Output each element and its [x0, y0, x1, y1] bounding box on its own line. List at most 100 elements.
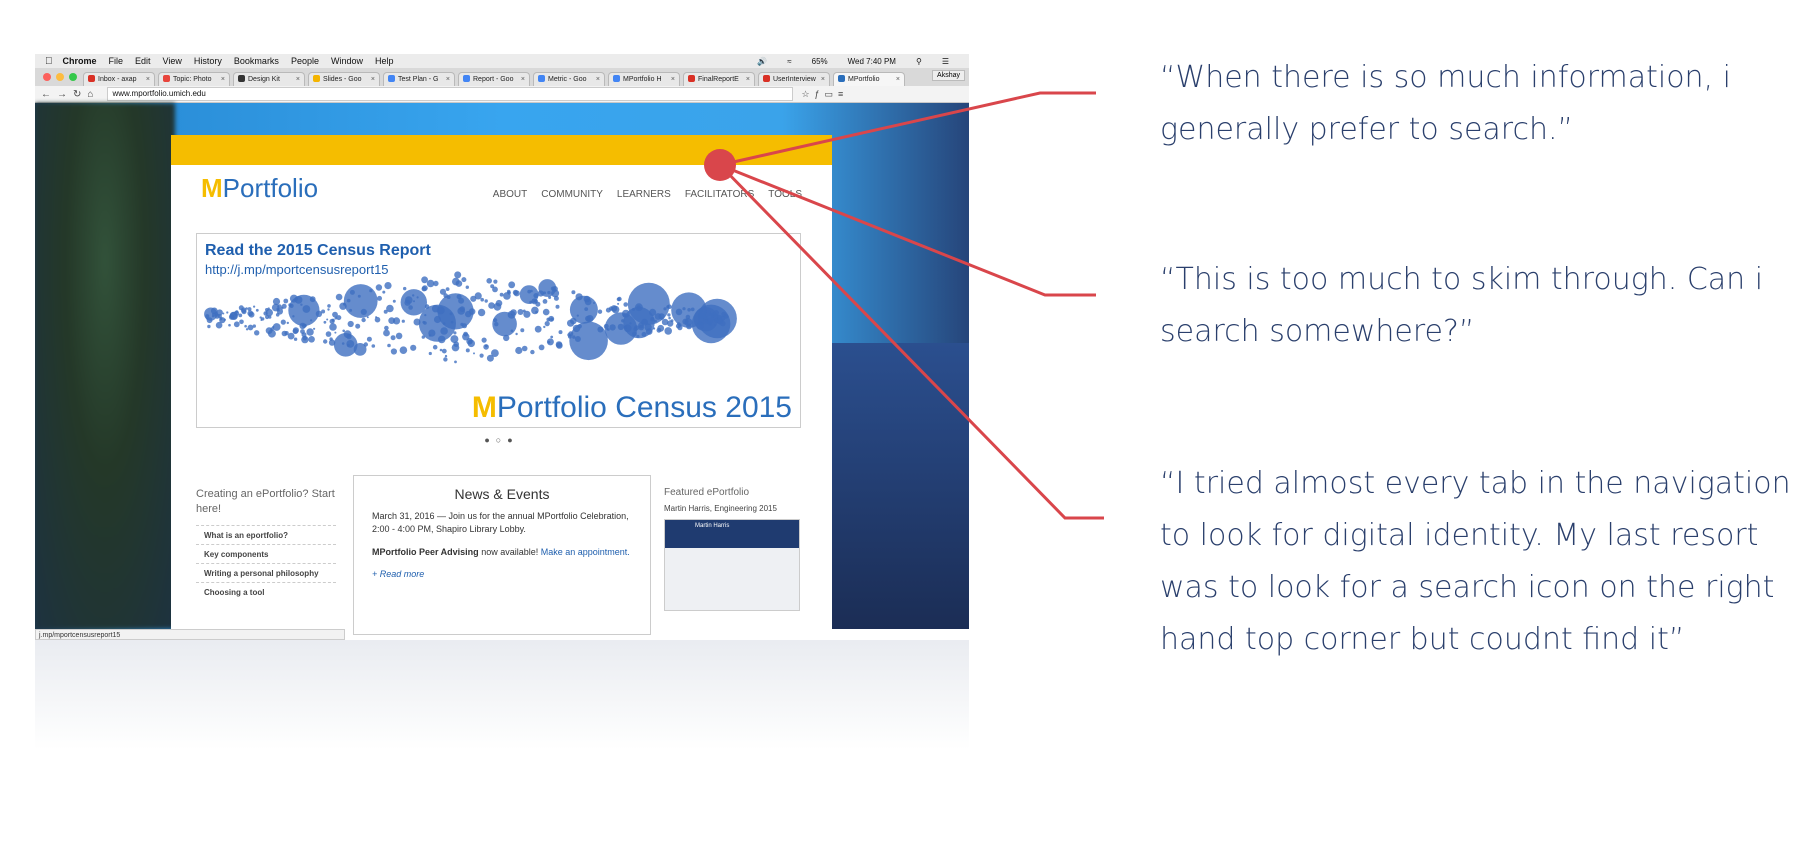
star-icon[interactable]: ☆ — [801, 89, 814, 99]
menubar-item-people[interactable]: People — [291, 56, 319, 66]
maximize-window-button[interactable] — [69, 73, 77, 81]
tab-close-icon[interactable]: × — [446, 73, 450, 86]
browser-tab[interactable]: Topic: Photo × — [158, 72, 230, 86]
nav-tools[interactable]: TOOLS — [768, 189, 802, 200]
link-key-components[interactable]: Key components — [196, 544, 336, 563]
tab-close-icon[interactable]: × — [146, 73, 150, 86]
read-more-link[interactable]: + Read more — [372, 569, 632, 579]
menubar-item-file[interactable]: File — [109, 56, 124, 66]
tab-close-icon[interactable]: × — [896, 73, 900, 86]
menubar-item-bookmarks[interactable]: Bookmarks — [234, 56, 279, 66]
hero-banner-m: M — [471, 391, 497, 424]
tab-close-icon[interactable]: × — [596, 73, 600, 86]
browser-tab[interactable]: Design Kit × — [233, 72, 305, 86]
tab-close-icon[interactable]: × — [221, 73, 225, 86]
page-viewport: MPortfolio ABOUT COMMUNITY LEARNERS FACI… — [35, 103, 969, 635]
window-controls — [43, 73, 77, 81]
advising-text: now available! — [478, 547, 539, 557]
close-window-button[interactable] — [43, 73, 51, 81]
link-choosing-tool[interactable]: Choosing a tool — [196, 582, 336, 601]
appointment-link[interactable]: Make an appointment. — [541, 547, 630, 557]
menubar-item-help[interactable]: Help — [375, 56, 394, 66]
tab-favicon-icon — [238, 75, 245, 82]
site-nav: ABOUT COMMUNITY LEARNERS FACILITATORS TO… — [493, 189, 802, 200]
hero-slide[interactable]: Read the 2015 Census Report http://j.mp/… — [196, 233, 801, 428]
minimize-window-button[interactable] — [56, 73, 64, 81]
hero-link[interactable]: http://j.mp/mportcensusreport15 — [205, 262, 389, 277]
tab-favicon-icon — [838, 75, 845, 82]
getting-started-column: Creating an ePortfolio? Start here! What… — [196, 487, 336, 601]
menu-icon[interactable]: ≡ — [838, 89, 848, 99]
nav-learners[interactable]: LEARNERS — [617, 189, 671, 200]
address-bar[interactable]: www.mportfolio.umich.edu — [107, 87, 794, 101]
browser-tab[interactable]: MPortfolio × — [833, 72, 905, 86]
tabs: Inbox - axap × Topic: Photo × Design Kit × Sli… — [83, 72, 908, 86]
site-logo[interactable]: MPortfolio — [201, 173, 318, 204]
menubar-item-window[interactable]: Window — [331, 56, 363, 66]
logo-m: M — [201, 173, 223, 203]
nav-about[interactable]: ABOUT — [493, 189, 527, 200]
tab-label: FinalReportE — [698, 76, 739, 83]
clock[interactable]: Wed 7:40 PM — [848, 57, 896, 66]
back-icon[interactable]: ← — [41, 89, 57, 100]
list-icon[interactable]: ☰ — [942, 57, 949, 66]
browser-tab[interactable]: FinalReportE × — [683, 72, 755, 86]
search-icon[interactable]: ⚲ — [916, 57, 922, 66]
tab-close-icon[interactable]: × — [746, 73, 750, 86]
advising-label: MPortfolio Peer Advising — [372, 547, 479, 557]
tab-label: Metric - Goo — [548, 76, 587, 83]
tab-strip: Inbox - axap × Topic: Photo × Design Kit × Sli… — [35, 68, 969, 86]
tab-close-icon[interactable]: × — [371, 73, 375, 86]
tab-favicon-icon — [538, 75, 545, 82]
forward-icon[interactable]: → — [57, 89, 73, 100]
featured-card[interactable]: Martin Harris — [664, 519, 800, 611]
volume-icon[interactable]: 🔊 — [757, 57, 767, 66]
background-city — [829, 343, 969, 629]
browser-tab[interactable]: Inbox - axap × — [83, 72, 155, 86]
tab-favicon-icon — [313, 75, 320, 82]
carousel-dots[interactable]: ●○● — [171, 435, 832, 445]
menubar-item-history[interactable]: History — [194, 56, 222, 66]
browser-tab[interactable]: Metric - Goo × — [533, 72, 605, 86]
tab-close-icon[interactable]: × — [296, 73, 300, 86]
tab-favicon-icon — [463, 75, 470, 82]
tab-close-icon[interactable]: × — [521, 73, 525, 86]
menubar-app-name[interactable]: Chrome — [63, 56, 97, 66]
quote-3: “I tried almost every tab in the navigat… — [1160, 466, 1791, 657]
browser-tab[interactable]: UserInterview × — [758, 72, 830, 86]
browser-tab[interactable]: Test Plan - G × — [383, 72, 455, 86]
home-icon[interactable]: ⌂ — [87, 89, 99, 100]
profile-button[interactable]: Akshay — [932, 70, 965, 81]
tab-label: Test Plan - G — [398, 76, 439, 83]
mac-menubar:  Chrome File Edit View History Bookmark… — [35, 54, 969, 68]
news-item: March 31, 2016 — Join us for the annual … — [372, 511, 629, 534]
tab-label: UserInterview — [773, 76, 816, 83]
tab-favicon-icon — [88, 75, 95, 82]
menubar-item-edit[interactable]: Edit — [135, 56, 151, 66]
news-item-advising: MPortfolio Peer Advising now available! … — [372, 546, 632, 559]
tab-label: Inbox - axap — [98, 76, 137, 83]
browser-tab[interactable]: Slides - Goo × — [308, 72, 380, 86]
link-what-is-eportfolio[interactable]: What is an eportfolio? — [196, 525, 336, 544]
extension-icon[interactable]: ƒ — [815, 89, 825, 99]
tab-close-icon[interactable]: × — [821, 73, 825, 86]
nav-community[interactable]: COMMUNITY — [541, 189, 603, 200]
tab-label: MPortfolio — [848, 76, 880, 83]
cast-icon[interactable]: ▭ — [825, 89, 839, 99]
featured-author: Martin Harris, Engineering 2015 — [664, 504, 777, 513]
reload-icon[interactable]: ↻ — [73, 89, 87, 100]
hero-title[interactable]: Read the 2015 Census Report — [205, 242, 431, 260]
apple-icon[interactable]:  — [45, 56, 53, 67]
tab-label: Report - Goo — [473, 76, 514, 83]
tab-favicon-icon — [163, 75, 170, 82]
tab-close-icon[interactable]: × — [671, 73, 675, 86]
menubar-item-view[interactable]: View — [163, 56, 182, 66]
browser-tab[interactable]: Report - Goo × — [458, 72, 530, 86]
battery-level[interactable]: 65% — [812, 57, 828, 66]
nav-facilitators[interactable]: FACILITATORS — [685, 189, 754, 200]
browser-tab[interactable]: MPortfolio H × — [608, 72, 680, 86]
link-personal-philosophy[interactable]: Writing a personal philosophy — [196, 563, 336, 582]
news-events-box: News & Events March 31, 2016 — Join us f… — [353, 475, 651, 635]
wifi-icon[interactable]: ≈ — [787, 57, 791, 66]
getting-started-heading: Creating an ePortfolio? Start here! — [196, 488, 335, 515]
